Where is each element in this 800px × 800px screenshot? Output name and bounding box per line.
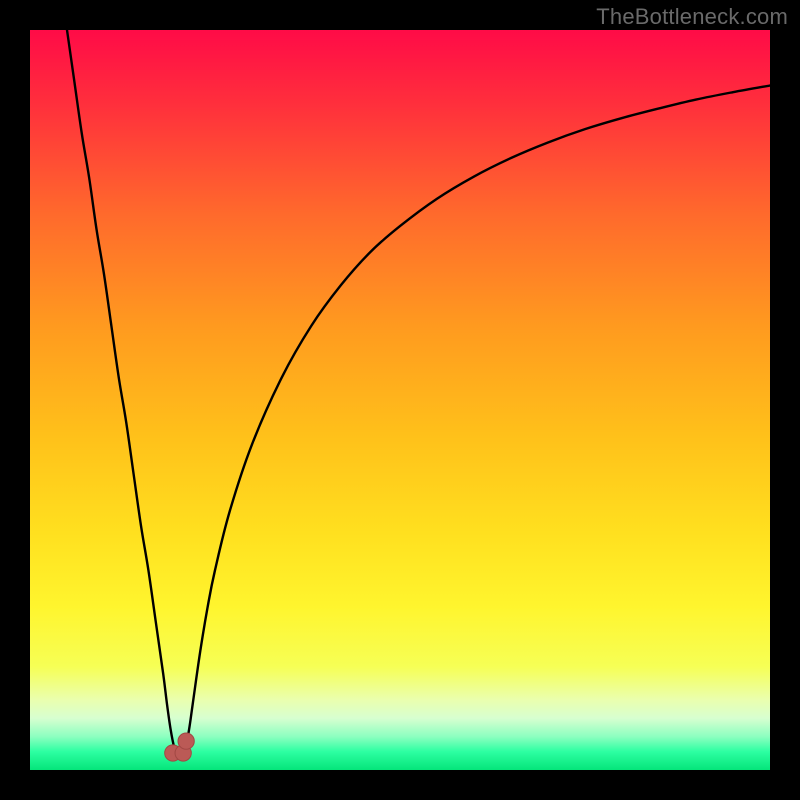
plot-area [30, 30, 770, 770]
gradient-background [30, 30, 770, 770]
notch-marker [178, 733, 194, 749]
outer-frame: TheBottleneck.com [0, 0, 800, 800]
plot-svg [30, 30, 770, 770]
watermark-text: TheBottleneck.com [596, 4, 788, 30]
